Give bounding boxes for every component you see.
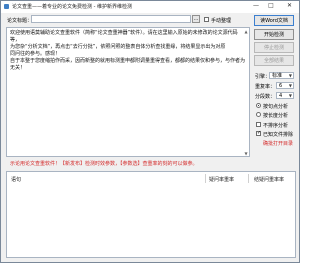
open-word-button[interactable]: 读Word文档 [254,15,294,26]
column-divider [205,174,206,183]
open-folder-link[interactable]: 确批打开目录 [263,140,293,147]
text-line-2: 为您杂“分析文档”，再点击“去行分批”，依照问照的整表自体分析查找重缘，将结果显… [10,44,226,50]
table-header-rate1[interactable]: 疑问率重率 [209,176,234,183]
window-title: 论文查重——着专业的论文免费检测 - 维护新界维检测 [12,4,132,10]
threshold-label: 重复率： [255,84,276,90]
radio-by-length-label: 按长度分析 [263,113,289,119]
checkbox-realtime-label: 不排序分析 [263,123,289,129]
text-line-1: 欢迎使用语莫辅助论文查重软件（简称“论文查重神器”软件）。请在这里输入原始的未修… [10,30,238,43]
results-table[interactable]: 语句 疑问率重率 结疑问重率率 [6,171,296,258]
manual-checkbox-label: 手动整理 [211,18,232,24]
warning-text: 示论用论文查重软件！【新发布】检测时效参数，【参数选】查重率的刻的可以做参。 [10,161,198,167]
close-button[interactable]: ✕ [281,1,298,11]
manual-checkbox[interactable] [204,17,209,22]
app-window: 论文查重——着专业的论文免费检测 - 维护新界维检测 — □ ✕ 论文标题： …… [0,0,300,263]
checkbox-realtime[interactable] [256,122,261,127]
file-label: 论文标题： [7,18,33,24]
split-select-value: 4 [279,93,283,99]
threshold-select[interactable]: 6 ▼ [276,82,294,89]
table-header-rate2[interactable]: 结疑问重率率 [254,176,284,183]
file-path-input[interactable] [31,15,191,23]
chevron-down-icon: ▼ [288,73,292,78]
radio-by-sentence-label: 按句点分析 [263,104,289,110]
split-label: 分段数： [255,94,276,100]
main-text-area[interactable]: 欢迎使用语莫辅助论文查重软件（简称“论文查重神器”软件）。请在这里输入原始的未修… [6,27,250,157]
text-line-3: 同问往的参与。感现！ [10,51,61,57]
radio-by-length[interactable] [256,112,261,117]
checkbox-keep[interactable] [256,130,261,136]
text-line-4: 自于本整于您度缩拍作而采，因而新整的就用标测重申都附调量重得查看，都都的结果仅和… [10,58,246,71]
table-header-sentence[interactable]: 语句 [11,176,21,183]
app-icon [4,4,9,9]
chevron-down-icon: ▼ [288,93,292,98]
chevron-down-icon: ▼ [288,83,292,88]
scroll-up-icon[interactable]: ▲ [243,28,249,34]
engine-select[interactable]: 标准 ▼ [269,72,294,79]
scroll-down-icon[interactable]: ▼ [243,150,249,156]
threshold-select-value: 6 [279,83,283,89]
start-check-button[interactable]: 开始检测 [254,29,294,40]
stop-check-button[interactable]: 停止检测 [254,42,294,53]
minimize-button[interactable]: — [249,1,263,11]
column-divider [248,174,249,183]
export-results-button[interactable]: 全部结果 [254,55,294,66]
checkbox-keep-label: 已知文件排除 [263,132,294,138]
split-select[interactable]: 4 ▼ [276,92,294,99]
browse-button[interactable]: … [192,15,200,23]
radio-by-sentence[interactable] [256,103,261,108]
maximize-button[interactable]: □ [264,1,278,11]
engine-select-value: 标准 [272,73,283,79]
engine-label: 引擎： [255,74,271,80]
title-bar: 论文查重——着专业的论文免费检测 - 维护新界维检测 — □ ✕ [1,1,299,13]
